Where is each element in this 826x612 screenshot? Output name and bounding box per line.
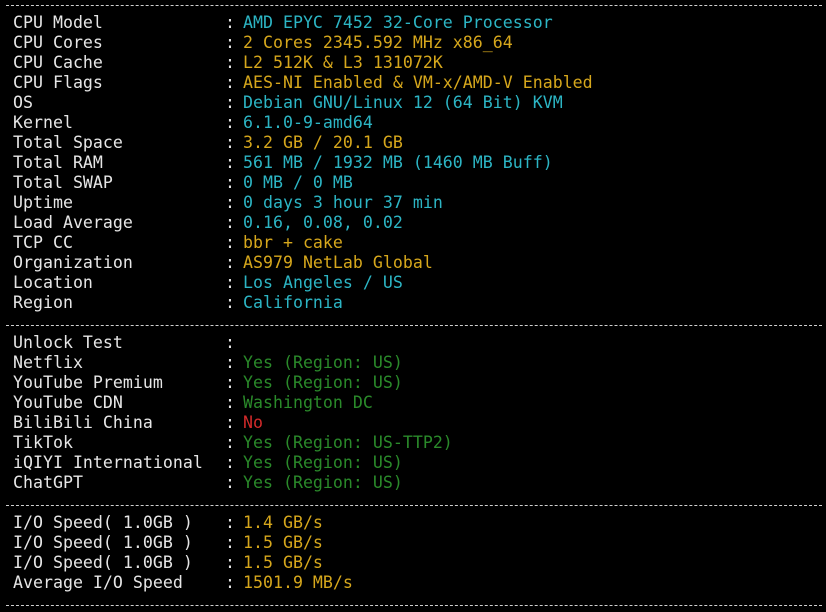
colon-separator: : bbox=[225, 213, 235, 232]
terminal-window: CPU Model: AMD EPYC 7452 32-Core Processo… bbox=[0, 0, 826, 612]
colon-separator: : bbox=[225, 553, 235, 572]
system-info-label: Location bbox=[13, 273, 93, 292]
colon-separator: : bbox=[225, 153, 235, 172]
unlock-test-value: Yes (Region: US) bbox=[243, 373, 403, 392]
io-speed-value: 1501.9 MB/s bbox=[243, 573, 353, 592]
system-info-value: 0 MB / 0 MB bbox=[243, 173, 353, 192]
colon-separator: : bbox=[225, 453, 235, 472]
system-info-value: 6.1.0-9-amd64 bbox=[243, 113, 373, 132]
separator-bottom bbox=[6, 605, 822, 606]
io-speed-value: 1.5 GB/s bbox=[243, 533, 323, 552]
system-info-label: CPU Cache bbox=[13, 53, 103, 72]
colon-separator: : bbox=[225, 113, 235, 132]
colon-separator: : bbox=[225, 433, 235, 452]
unlock-test-value: Yes (Region: US-TTP2) bbox=[243, 433, 453, 452]
io-speed-value: 1.4 GB/s bbox=[243, 513, 323, 532]
system-info-label: Uptime bbox=[13, 193, 73, 212]
system-info-value: California bbox=[243, 293, 343, 312]
colon-separator: : bbox=[225, 393, 235, 412]
system-info-value: 3.2 GB / 20.1 GB bbox=[243, 133, 403, 152]
colon-separator: : bbox=[225, 193, 235, 212]
io-speed-label: I/O Speed( 1.0GB ) bbox=[13, 533, 193, 552]
system-info-value: L2 512K & L3 131072K bbox=[243, 53, 443, 72]
colon-separator: : bbox=[225, 413, 235, 432]
colon-separator: : bbox=[225, 513, 235, 532]
system-info-value: Debian GNU/Linux 12 (64 Bit) KVM bbox=[243, 93, 563, 112]
colon-separator: : bbox=[225, 273, 235, 292]
colon-separator: : bbox=[225, 33, 235, 52]
unlock-test-label: Netflix bbox=[13, 353, 83, 372]
separator-top bbox=[6, 5, 822, 6]
system-info-label: Organization bbox=[13, 253, 133, 272]
unlock-test-value: Yes (Region: US) bbox=[243, 353, 403, 372]
system-info-value: 561 MB / 1932 MB (1460 MB Buff) bbox=[243, 153, 553, 172]
system-info-label: Load Average bbox=[13, 213, 133, 232]
io-speed-value: 1.5 GB/s bbox=[243, 553, 323, 572]
system-info-label: CPU Cores bbox=[13, 33, 103, 52]
system-info-label: OS bbox=[13, 93, 33, 112]
system-info-label: Kernel bbox=[13, 113, 73, 132]
colon-separator: : bbox=[225, 233, 235, 252]
system-info-value: bbr + cake bbox=[243, 233, 343, 252]
unlock-test-label: TikTok bbox=[13, 433, 73, 452]
colon-separator: : bbox=[225, 533, 235, 552]
colon-separator: : bbox=[225, 133, 235, 152]
unlock-test-label: ChatGPT bbox=[13, 473, 83, 492]
system-info-value: 2 Cores 2345.592 MHz x86_64 bbox=[243, 33, 513, 52]
system-info-value: AMD EPYC 7452 32-Core Processor bbox=[243, 13, 553, 32]
colon-separator: : bbox=[225, 13, 235, 32]
io-speed-label: Average I/O Speed bbox=[13, 573, 183, 592]
unlock-test-label: Unlock Test bbox=[13, 333, 123, 352]
colon-separator: : bbox=[225, 73, 235, 92]
unlock-test-value: Washington DC bbox=[243, 393, 373, 412]
system-info-label: Total RAM bbox=[13, 153, 103, 172]
io-speed-label: I/O Speed( 1.0GB ) bbox=[13, 553, 193, 572]
system-info-value: 0 days 3 hour 37 min bbox=[243, 193, 443, 212]
separator-after-system bbox=[6, 325, 822, 326]
system-info-label: CPU Flags bbox=[13, 73, 103, 92]
system-info-value: AS979 NetLab Global bbox=[243, 253, 433, 272]
colon-separator: : bbox=[225, 293, 235, 312]
unlock-test-label: BiliBili China bbox=[13, 413, 153, 432]
system-info-label: TCP CC bbox=[13, 233, 73, 252]
system-info-value: Los Angeles / US bbox=[243, 273, 403, 292]
io-speed-label: I/O Speed( 1.0GB ) bbox=[13, 513, 193, 532]
colon-separator: : bbox=[225, 93, 235, 112]
colon-separator: : bbox=[225, 333, 235, 352]
colon-separator: : bbox=[225, 473, 235, 492]
system-info-value: 0.16, 0.08, 0.02 bbox=[243, 213, 403, 232]
unlock-test-label: YouTube CDN bbox=[13, 393, 123, 412]
colon-separator: : bbox=[225, 573, 235, 592]
unlock-test-label: iQIYI International bbox=[13, 453, 203, 472]
separator-after-unlock bbox=[6, 505, 822, 506]
unlock-test-value: No bbox=[243, 413, 263, 432]
unlock-test-value: Yes (Region: US) bbox=[243, 473, 403, 492]
system-info-label: Total SWAP bbox=[13, 173, 113, 192]
system-info-label: CPU Model bbox=[13, 13, 103, 32]
unlock-test-label: YouTube Premium bbox=[13, 373, 163, 392]
system-info-label: Region bbox=[13, 293, 73, 312]
colon-separator: : bbox=[225, 173, 235, 192]
colon-separator: : bbox=[225, 373, 235, 392]
colon-separator: : bbox=[225, 353, 235, 372]
unlock-test-value: Yes (Region: US) bbox=[243, 453, 403, 472]
system-info-label: Total Space bbox=[13, 133, 123, 152]
system-info-value: AES-NI Enabled & VM-x/AMD-V Enabled bbox=[243, 73, 593, 92]
colon-separator: : bbox=[225, 253, 235, 272]
colon-separator: : bbox=[225, 53, 235, 72]
